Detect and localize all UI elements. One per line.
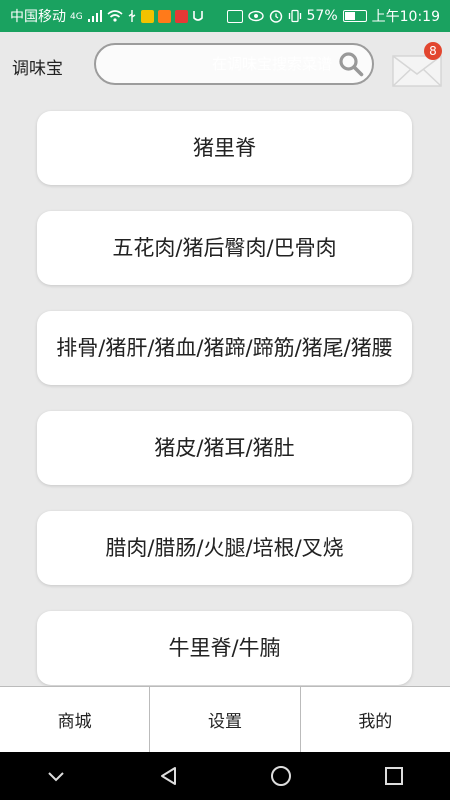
category-card[interactable]: 五花肉/猪后臀肉/巴骨肉 (37, 211, 412, 285)
wifi-icon (107, 10, 123, 22)
category-card[interactable]: 排骨/猪肝/猪血/猪蹄/蹄筋/猪尾/猪腰 (37, 311, 412, 385)
nav-item-mall[interactable]: 商城 (0, 687, 151, 752)
back-icon[interactable] (157, 764, 181, 788)
eye-icon (247, 10, 264, 22)
battery-percent: 57% (306, 8, 338, 24)
usb-icon (128, 10, 136, 22)
status-left: 中国移动 4G (10, 6, 204, 26)
search-input[interactable] (108, 55, 338, 73)
status-bar: 中国移动 4G 57% 上午10:19 (0, 0, 450, 32)
battery-icon (342, 10, 367, 22)
carrier-label: 中国移动 (10, 9, 66, 25)
app-title: 调味宝 (12, 59, 63, 79)
nav-item-settings[interactable]: 设置 (150, 687, 301, 752)
recent-apps-icon[interactable] (382, 764, 406, 788)
network-type: 4G (70, 12, 83, 22)
calendar-icon (174, 9, 188, 23)
category-card[interactable]: 牛里脊/牛腩 (37, 611, 412, 685)
search-icon[interactable] (338, 51, 364, 77)
system-nav-bar (0, 752, 450, 800)
category-card[interactable]: 猪皮/猪耳/猪肚 (37, 411, 412, 485)
category-card[interactable]: 腊肉/腊肠/火腿/培根/叉烧 (37, 511, 412, 585)
vibrate-icon (288, 9, 301, 23)
clock: 上午10:19 (371, 9, 440, 25)
collapse-icon[interactable] (44, 764, 68, 788)
shield-icon (192, 11, 203, 21)
nav-item-mine[interactable]: 我的 (301, 687, 450, 752)
notification-badge: 8 (424, 42, 442, 60)
category-card[interactable]: 猪里脊 (37, 111, 412, 185)
signal-icon (87, 10, 102, 22)
hd-icon (226, 9, 243, 23)
home-icon[interactable] (269, 764, 293, 788)
category-list: 猪里脊 五花肉/猪后臀肉/巴骨肉 排骨/猪肝/猪血/猪蹄/蹄筋/猪尾/猪腰 猪皮… (0, 98, 450, 686)
bottom-nav: 商城 设置 我的 (0, 686, 450, 752)
app-notification-icon (157, 9, 171, 23)
alarm-icon (269, 10, 282, 23)
search-bar[interactable] (94, 43, 374, 85)
messages-button[interactable]: 8 (392, 42, 444, 88)
status-right: 57% 上午10:19 (226, 6, 440, 26)
app-notification-icon (140, 9, 154, 23)
app-header: 调味宝 8 (0, 32, 450, 98)
